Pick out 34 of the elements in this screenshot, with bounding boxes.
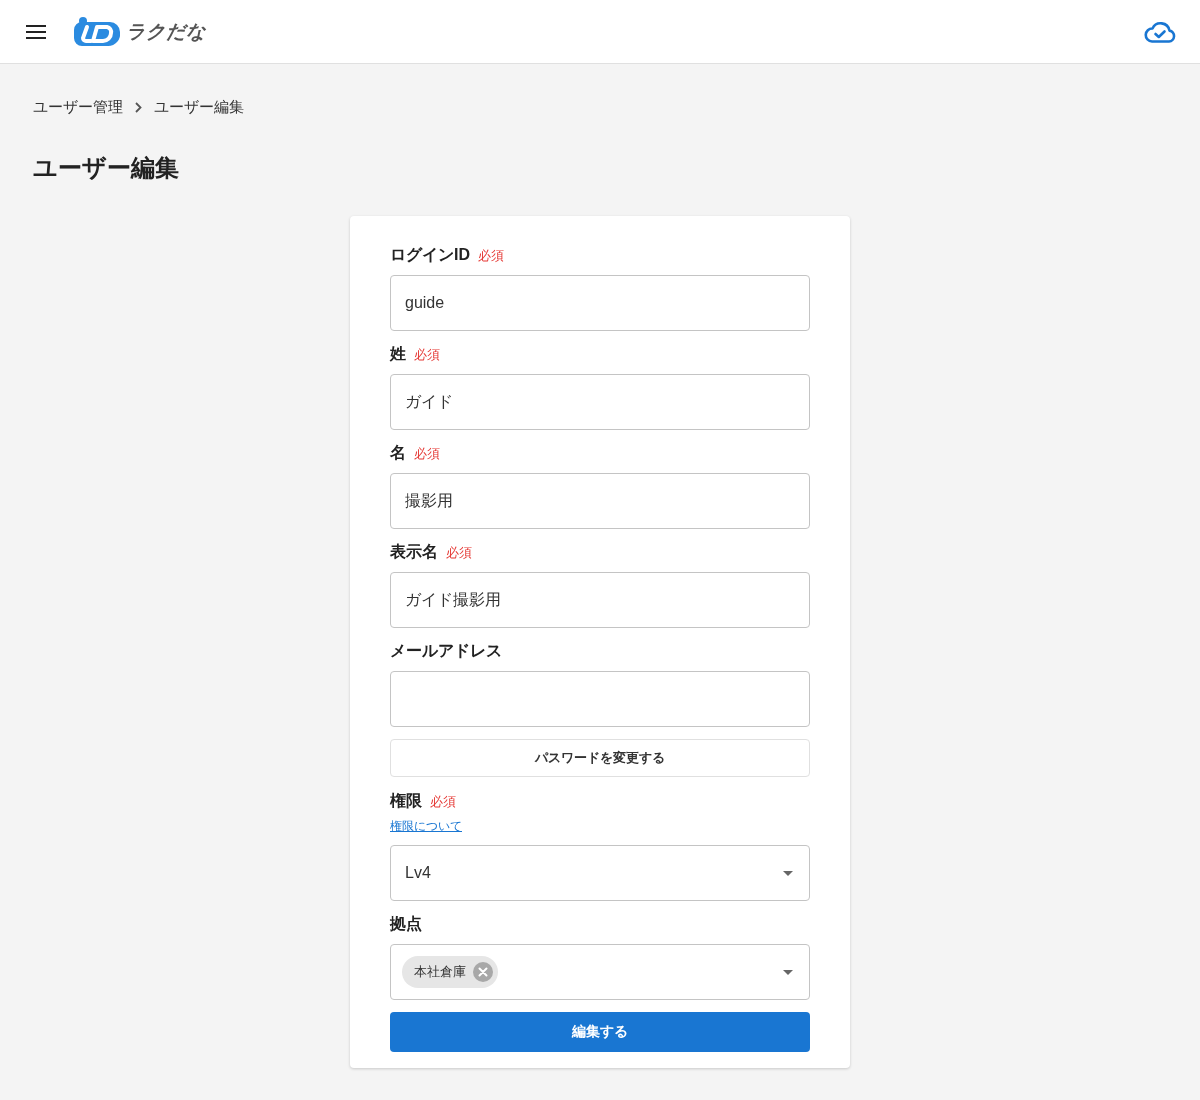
input-field[interactable]: ガイド撮影用 <box>390 572 810 628</box>
change-password-button[interactable]: パスワードを変更する <box>390 739 810 777</box>
chip-label: 本社倉庫 <box>414 963 466 981</box>
help-link[interactable]: 権限について <box>390 817 462 835</box>
page-title: ユーザー編集 <box>33 153 180 183</box>
menu-icon <box>26 24 46 39</box>
input-field[interactable]: ガイド <box>390 374 810 430</box>
field-label: ログインID <box>390 245 470 265</box>
required-mark: 必須 <box>478 247 504 265</box>
field-label: 拠点 <box>390 914 422 934</box>
submit-button[interactable]: 編集する <box>390 1012 810 1052</box>
field-label: 表示名 <box>390 542 438 562</box>
field-label: 権限 <box>390 791 422 811</box>
logo-text: ラクだな <box>126 19 206 44</box>
input-field[interactable]: guide <box>390 275 810 331</box>
field-label: 名 <box>390 443 406 463</box>
input-field[interactable] <box>390 671 810 727</box>
input-field[interactable]: 撮影用 <box>390 473 810 529</box>
caret-icon <box>783 870 793 876</box>
breadcrumb-link[interactable]: ユーザー編集 <box>154 96 244 118</box>
field-label: 姓 <box>390 344 406 364</box>
required-mark: 必須 <box>414 445 440 463</box>
required-mark: 必須 <box>430 793 456 811</box>
select-field[interactable]: 本社倉庫 <box>390 944 810 1000</box>
breadcrumb-link[interactable]: ユーザー管理 <box>33 96 123 118</box>
chevron-right-icon <box>135 101 142 113</box>
caret-icon <box>783 969 793 975</box>
clear-icon[interactable] <box>473 962 493 982</box>
select-field[interactable]: Lv4 <box>390 845 810 901</box>
cloud-check-icon[interactable] <box>1144 20 1176 43</box>
required-mark: 必須 <box>414 346 440 364</box>
field-label: メールアドレス <box>390 641 502 661</box>
logo-icon <box>74 16 120 47</box>
required-mark: 必須 <box>446 544 472 562</box>
